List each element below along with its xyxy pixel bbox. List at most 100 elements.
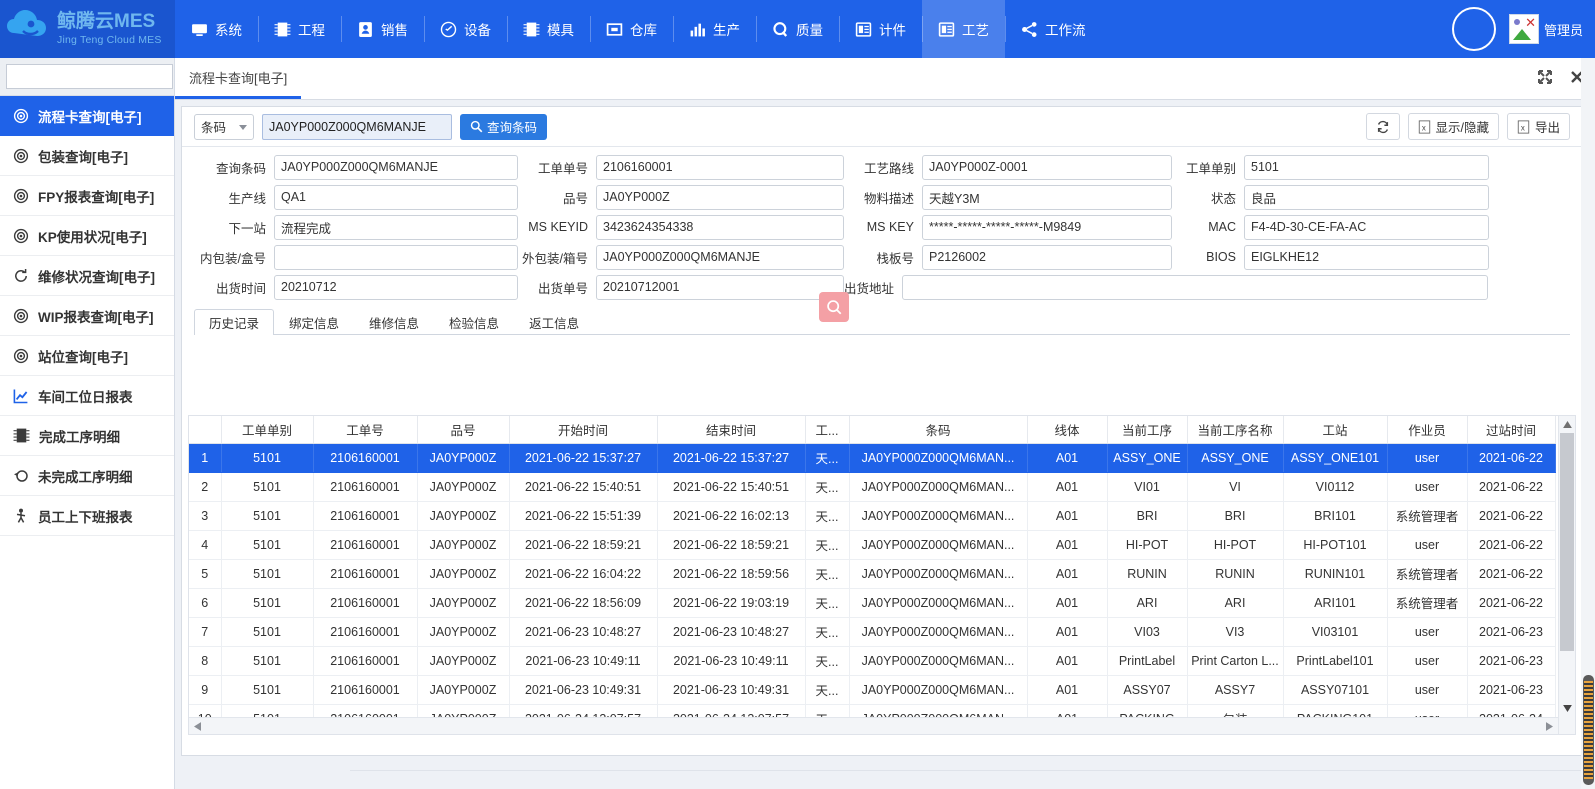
form-field-input[interactable] (596, 184, 844, 210)
table-row[interactable]: 1 5101 2106160001 JA0YP000Z 2021-06-22 15:37… (189, 443, 1556, 473)
cell-pass_time: 2021-06-23 (1467, 646, 1556, 676)
form-field-input[interactable] (922, 244, 1172, 270)
cell-start_time: 2021-06-23 10:48:27 (509, 617, 658, 647)
table-header-end_time[interactable]: 结束时间 (657, 416, 806, 444)
table-header-material[interactable]: 工... (805, 416, 850, 444)
nav-item-9[interactable]: 计件 (839, 0, 922, 58)
table-row[interactable]: 6 5101 2106160001 JA0YP000Z 2021-06-22 18:56… (189, 588, 1556, 618)
show-hide-columns-button[interactable]: x 显示/隐藏 (1407, 113, 1499, 140)
sidebar-item-label: 员工上下班报表 (38, 509, 133, 525)
floating-search-button[interactable] (819, 292, 849, 322)
detail-tab-strip: 历史记录 绑定信息 维修信息 检验信息 返工信息 (194, 292, 1570, 335)
sidebar-item-1[interactable]: 流程卡查询[电子] (0, 96, 174, 136)
query-type-select[interactable]: 条码 (194, 113, 254, 140)
page-horizontal-scrollbar[interactable] (350, 770, 1581, 789)
form-field-input[interactable] (596, 274, 844, 300)
nav-item-6[interactable]: 仓库 (590, 0, 673, 58)
table-row[interactable]: 7 5101 2106160001 JA0YP000Z 2021-06-23 10:48… (189, 617, 1556, 647)
table-header-station[interactable]: 工站 (1283, 416, 1388, 444)
nav-item-1[interactable]: 系统 (175, 0, 258, 58)
barcode-input[interactable] (262, 113, 452, 140)
detail-tab-5[interactable]: 返工信息 (514, 309, 594, 335)
nav-item-10[interactable]: 工艺 (922, 0, 1005, 58)
table-header-line[interactable]: 线体 (1027, 416, 1108, 444)
sidebar-item-8[interactable]: 车间工位日报表 (0, 376, 174, 416)
table-row[interactable]: 3 5101 2106160001 JA0YP000Z 2021-06-22 15:51… (189, 501, 1556, 531)
scroll-up-icon[interactable] (1559, 416, 1575, 433)
detail-tab-2[interactable]: 绑定信息 (274, 309, 354, 335)
form-field-label: 生产线 (228, 191, 266, 206)
form-field-input[interactable] (274, 154, 518, 180)
scroll-down-icon[interactable] (1559, 700, 1575, 717)
browser-vertical-scrollbar[interactable] (1581, 58, 1595, 789)
nav-item-11[interactable]: 工作流 (1005, 0, 1102, 58)
table-horizontal-scrollbar[interactable] (189, 717, 1558, 734)
vertical-scroll-thumb[interactable] (1560, 433, 1574, 651)
form-field-input[interactable] (274, 184, 518, 210)
table-header-part_no[interactable]: 品号 (417, 416, 510, 444)
form-field-input[interactable] (922, 184, 1172, 210)
scroll-right-icon[interactable] (1541, 718, 1558, 734)
form-field-input[interactable] (1244, 244, 1489, 270)
sidebar-item-3[interactable]: FPY报表查询[电子] (0, 176, 174, 216)
table-header-barcode[interactable]: 条码 (849, 416, 1028, 444)
scroll-left-icon[interactable] (189, 718, 206, 734)
form-field-input[interactable] (902, 274, 1489, 300)
table-header-op_name[interactable]: 当前工序名称 (1187, 416, 1284, 444)
form-field-input[interactable] (1244, 184, 1489, 210)
table-vertical-scrollbar[interactable] (1558, 416, 1575, 734)
sidebar-item-11[interactable]: 员工上下班报表 (0, 496, 174, 536)
table-header-op[interactable]: 当前工序 (1107, 416, 1188, 444)
refresh-button[interactable] (1365, 113, 1400, 140)
sidebar-item-2[interactable]: 包装查询[电子] (0, 136, 174, 176)
cell-material: 天... (805, 472, 850, 502)
query-barcode-button[interactable]: 查询条码 (460, 113, 548, 140)
table-header-order_no[interactable]: 工单号 (313, 416, 418, 444)
form-field-input[interactable] (922, 214, 1172, 240)
nav-item-3[interactable]: 销售 (341, 0, 424, 58)
form-field-input[interactable] (1244, 214, 1489, 240)
table-row[interactable]: 2 5101 2106160001 JA0YP000Z 2021-06-22 15:40… (189, 472, 1556, 502)
export-button[interactable]: x 导出 (1506, 113, 1570, 140)
form-field-input[interactable] (922, 154, 1172, 180)
nav-item-5[interactable]: 模具 (507, 0, 590, 58)
table-header-order_type[interactable]: 工单单别 (221, 416, 314, 444)
form-field-input[interactable] (274, 274, 518, 300)
detail-tab-1[interactable]: 历史记录 (194, 309, 275, 335)
sidebar-item-4[interactable]: KP使用状况[电子] (0, 216, 174, 256)
table-row[interactable]: 5 5101 2106160001 JA0YP000Z 2021-06-22 16:04… (189, 559, 1556, 589)
user-menu[interactable]: ✕ 管理员 (1508, 0, 1595, 58)
table-header-operator[interactable]: 作业员 (1387, 416, 1468, 444)
sidebar-item-5[interactable]: 维修状况查询[电子] (0, 256, 174, 296)
tab-process-card-query[interactable]: 流程卡查询[电子] (175, 58, 302, 99)
sidebar-search-input[interactable] (6, 64, 173, 89)
form-field-input[interactable] (274, 214, 518, 240)
sidebar-item-9[interactable]: 完成工序明细 (0, 416, 174, 456)
form-field-input[interactable] (596, 214, 844, 240)
nav-item-8[interactable]: 质量 (756, 0, 839, 58)
table-header-idx[interactable] (189, 416, 222, 444)
refresh-icon (1377, 120, 1388, 133)
form-field-input[interactable] (596, 154, 844, 180)
horizontal-scroll-thumb[interactable] (206, 719, 1496, 733)
form-field-input[interactable] (596, 244, 844, 270)
sidebar-item-6[interactable]: WIP报表查询[电子] (0, 296, 174, 336)
fullscreen-icon[interactable] (1537, 69, 1553, 85)
cell-op_name: ASSY_ONE (1187, 443, 1284, 473)
detail-tab-3[interactable]: 维修信息 (354, 309, 434, 335)
table-header-pass_time[interactable]: 过站时间 (1467, 416, 1556, 444)
nav-item-4[interactable]: 设备 (424, 0, 507, 58)
cell-order_type: 5101 (221, 588, 314, 618)
table-header-start_time[interactable]: 开始时间 (509, 416, 658, 444)
browser-vertical-scroll-thumb[interactable] (1583, 675, 1594, 785)
form-field-input[interactable] (274, 244, 518, 270)
sidebar-item-10[interactable]: 未完成工序明细 (0, 456, 174, 496)
nav-item-7[interactable]: 生产 (673, 0, 756, 58)
form-field-input[interactable] (1244, 154, 1489, 180)
table-row[interactable]: 9 5101 2106160001 JA0YP000Z 2021-06-23 10:49… (189, 675, 1556, 705)
nav-item-2[interactable]: 工程 (258, 0, 341, 58)
sidebar-item-7[interactable]: 站位查询[电子] (0, 336, 174, 376)
table-row[interactable]: 4 5101 2106160001 JA0YP000Z 2021-06-22 18:59… (189, 530, 1556, 560)
detail-tab-4[interactable]: 检验信息 (434, 309, 514, 335)
table-row[interactable]: 8 5101 2106160001 JA0YP000Z 2021-06-23 10:49… (189, 646, 1556, 676)
